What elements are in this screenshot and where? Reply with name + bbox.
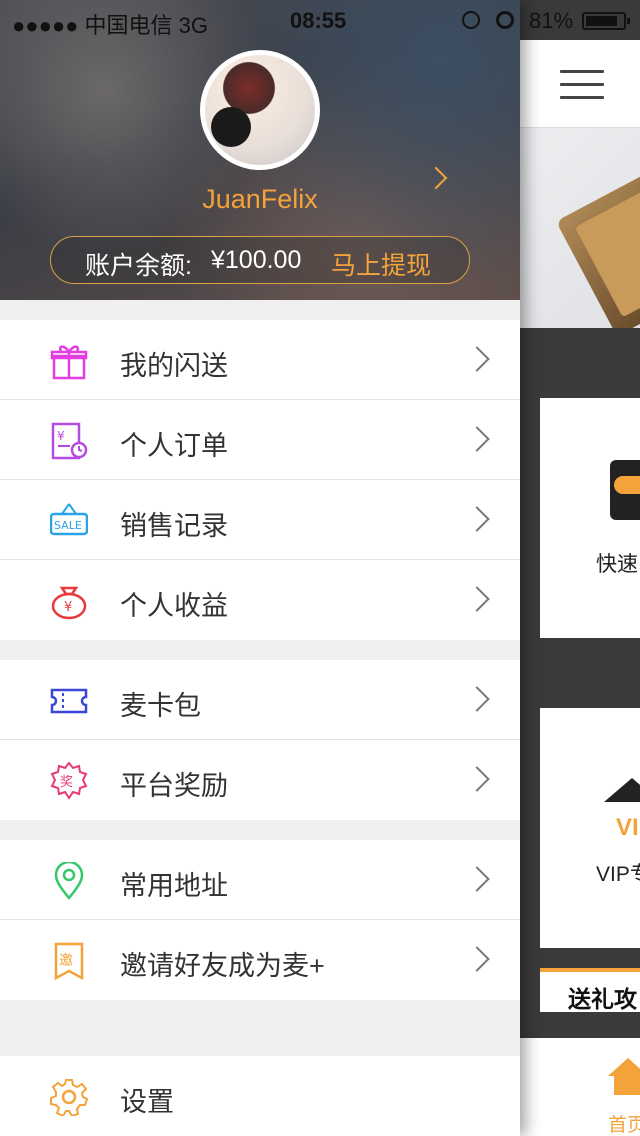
award-badge-icon: 奖 bbox=[50, 762, 88, 800]
carrier-text: ●●●●● 中国电信 3G bbox=[12, 13, 209, 38]
menu-item-platform-rewards[interactable]: 奖 平台奖励 bbox=[0, 740, 520, 820]
chevron-right-icon bbox=[468, 510, 486, 528]
crown-icon bbox=[604, 778, 640, 812]
vip-card[interactable]: VI VIP专 bbox=[540, 708, 640, 948]
menu-item-addresses[interactable]: 常用地址 bbox=[0, 840, 520, 920]
status-bar: ●●●●● 中国电信 3G 08:55 81% bbox=[0, 0, 640, 40]
chevron-right-icon bbox=[468, 770, 486, 788]
tab-home-label[interactable]: 首页 bbox=[608, 1110, 640, 1136]
menu-group-4: 设置 bbox=[0, 1056, 520, 1136]
menu-label: 平台奖励 bbox=[120, 771, 228, 801]
status-time: 08:55 bbox=[290, 8, 347, 33]
svg-text:邀: 邀 bbox=[59, 953, 73, 969]
balance-amount: ¥100.00 bbox=[211, 246, 302, 274]
menu-label: 邀请好友成为麦+ bbox=[120, 951, 325, 981]
menu-label: 个人订单 bbox=[120, 431, 228, 461]
gift-guide-label: 送礼攻 bbox=[568, 986, 637, 1012]
menu-item-earnings[interactable]: ¥ 个人收益 bbox=[0, 560, 520, 640]
chevron-right-icon bbox=[468, 350, 486, 368]
svg-text:¥: ¥ bbox=[57, 429, 65, 443]
chevron-right-icon bbox=[468, 950, 486, 968]
profile-header[interactable]: JuanFelix 账户余额: ¥100.00 马上提现 bbox=[0, 0, 520, 300]
svg-text:SALE: SALE bbox=[54, 519, 82, 532]
battery-icon bbox=[582, 12, 630, 30]
invite-icon: 邀 bbox=[54, 942, 84, 980]
menu-item-settings[interactable]: 设置 bbox=[0, 1056, 520, 1136]
vip-logo-text: VI bbox=[616, 814, 639, 841]
ticket-icon bbox=[50, 688, 88, 714]
menu-group-3: 常用地址 邀 邀请好友成为麦+ bbox=[0, 840, 520, 1000]
withdraw-button[interactable]: 马上提现 bbox=[331, 246, 431, 282]
settings-gear-icon bbox=[50, 1079, 88, 1116]
menu-group-2: 麦卡包 奖 平台奖励 bbox=[0, 660, 520, 820]
menu-item-my-delivery[interactable]: 我的闪送 bbox=[0, 320, 520, 400]
menu-item-card-wallet[interactable]: 麦卡包 bbox=[0, 660, 520, 740]
menu-item-orders[interactable]: ¥ 个人订单 bbox=[0, 400, 520, 480]
balance-label: 账户余额: bbox=[85, 252, 192, 280]
main-page-behind-drawer: 快速 VI VIP专 送礼攻 首页 bbox=[520, 0, 640, 1136]
menu-label: 设置 bbox=[120, 1087, 174, 1117]
quick-card-label: 快速 bbox=[596, 553, 638, 576]
gift-icon bbox=[50, 345, 88, 380]
money-bag-icon: ¥ bbox=[51, 586, 87, 620]
svg-text:¥: ¥ bbox=[64, 600, 72, 615]
gift-guide-strip[interactable]: 送礼攻 bbox=[540, 968, 640, 1012]
location-pin-icon bbox=[54, 862, 84, 900]
menu-item-invite-friends[interactable]: 邀 邀请好友成为麦+ bbox=[0, 920, 520, 1000]
home-icon[interactable] bbox=[608, 1058, 640, 1098]
sale-tag-icon: SALE bbox=[50, 503, 88, 536]
hamburger-menu-icon[interactable] bbox=[560, 70, 604, 100]
bottom-tabbar: 首页 bbox=[520, 1038, 640, 1136]
battery-percent: 81% bbox=[529, 8, 574, 33]
chevron-right-icon bbox=[468, 590, 486, 608]
balance-pill: 账户余额: ¥100.00 马上提现 bbox=[50, 236, 470, 284]
svg-text:奖: 奖 bbox=[60, 775, 73, 790]
chevron-right-icon[interactable] bbox=[428, 164, 452, 194]
menu-label: 我的闪送 bbox=[120, 351, 228, 381]
menu-label: 麦卡包 bbox=[120, 691, 201, 721]
avatar[interactable] bbox=[200, 50, 320, 170]
gift-box-icon bbox=[610, 460, 640, 520]
quick-card[interactable]: 快速 bbox=[540, 398, 640, 638]
menu-group-1: 我的闪送 ¥ 个人订单 SALE 销售记录 ¥ 个人收益 bbox=[0, 320, 520, 640]
menu-item-sales-records[interactable]: SALE 销售记录 bbox=[0, 480, 520, 560]
alarm-icon bbox=[496, 11, 514, 29]
banner-image[interactable] bbox=[520, 128, 640, 328]
chevron-right-icon bbox=[468, 430, 486, 448]
menu-label: 常用地址 bbox=[120, 871, 228, 901]
menu-label: 销售记录 bbox=[120, 511, 228, 541]
chevron-right-icon bbox=[468, 870, 486, 888]
chevron-right-icon bbox=[468, 690, 486, 708]
main-top-bar bbox=[520, 40, 640, 128]
menu-label: 个人收益 bbox=[120, 591, 228, 621]
side-drawer: JuanFelix 账户余额: ¥100.00 马上提现 我的闪送 ¥ 个人订单… bbox=[0, 0, 520, 1136]
order-icon: ¥ bbox=[51, 422, 88, 460]
rotation-lock-icon bbox=[462, 11, 480, 29]
vip-card-label: VIP专 bbox=[596, 863, 640, 886]
